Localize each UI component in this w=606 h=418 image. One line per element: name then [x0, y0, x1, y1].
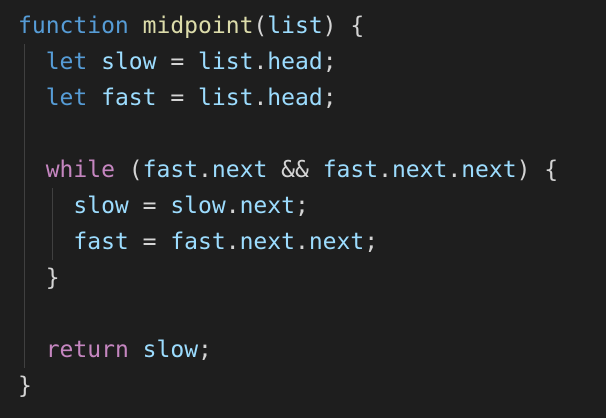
code-token: let	[45, 85, 88, 111]
code-token: =	[156, 85, 199, 111]
code-line: fast = fast.next.next;	[18, 224, 378, 260]
code-token: slow	[73, 193, 129, 219]
code-token: &&	[267, 157, 323, 183]
code-token: ;	[322, 85, 337, 111]
code-token: fast	[170, 229, 226, 255]
code-token: =	[128, 193, 171, 219]
code-token: .	[225, 229, 240, 255]
code-token: next	[239, 229, 295, 255]
code-token: let	[45, 49, 88, 75]
code-token: =	[156, 49, 199, 75]
code-token: ) {	[322, 13, 365, 39]
code-token: .	[253, 49, 268, 75]
code-token: .	[378, 157, 392, 183]
code-line: while (fast.next && fast.next.next) {	[18, 152, 558, 188]
code-token: next	[211, 157, 268, 183]
code-line: }	[18, 368, 32, 404]
code-token: ;	[322, 49, 337, 75]
code-token: next	[461, 157, 517, 183]
code-token: .	[225, 193, 240, 219]
code-token: slow	[170, 193, 226, 219]
code-token: fast	[73, 229, 129, 255]
code-line: function midpoint(list) {	[18, 8, 364, 44]
code-token: ;	[364, 229, 379, 255]
code-token: =	[128, 229, 171, 255]
code-token: list	[198, 49, 254, 75]
code-line: return slow;	[18, 332, 212, 368]
code-token: }	[45, 265, 60, 291]
code-token: return	[45, 337, 129, 363]
code-token: ;	[294, 193, 309, 219]
code-token: .	[253, 85, 268, 111]
code-token: ;	[198, 337, 212, 363]
code-token: fast	[322, 157, 379, 183]
code-line: slow = slow.next;	[18, 188, 309, 224]
code-token: .	[447, 157, 462, 183]
code-line: }	[18, 260, 60, 296]
code-token: ) {	[516, 157, 559, 183]
code-token: list	[267, 13, 323, 39]
code-token: function	[18, 13, 129, 39]
code-token: .	[294, 229, 309, 255]
code-token: (	[253, 13, 268, 39]
code-token: while	[45, 157, 115, 183]
code-token: midpoint	[142, 13, 254, 39]
code-token: .	[198, 157, 212, 183]
code-token: slow	[101, 49, 157, 75]
code-token: next	[308, 229, 365, 255]
code-line: let fast = list.head;	[18, 80, 337, 116]
code-token: next	[239, 193, 295, 219]
code-token: (	[114, 157, 143, 183]
code-line: let slow = list.head;	[18, 44, 337, 80]
code-token: fast	[142, 157, 199, 183]
code-editor[interactable]: function midpoint(list) { let slow = lis…	[0, 0, 606, 418]
code-token: head	[267, 49, 323, 75]
code-token: head	[267, 85, 323, 111]
code-token: }	[18, 373, 32, 399]
code-token: fast	[101, 85, 157, 111]
code-token: list	[198, 85, 254, 111]
code-token: next	[391, 157, 448, 183]
code-token: slow	[142, 337, 199, 363]
